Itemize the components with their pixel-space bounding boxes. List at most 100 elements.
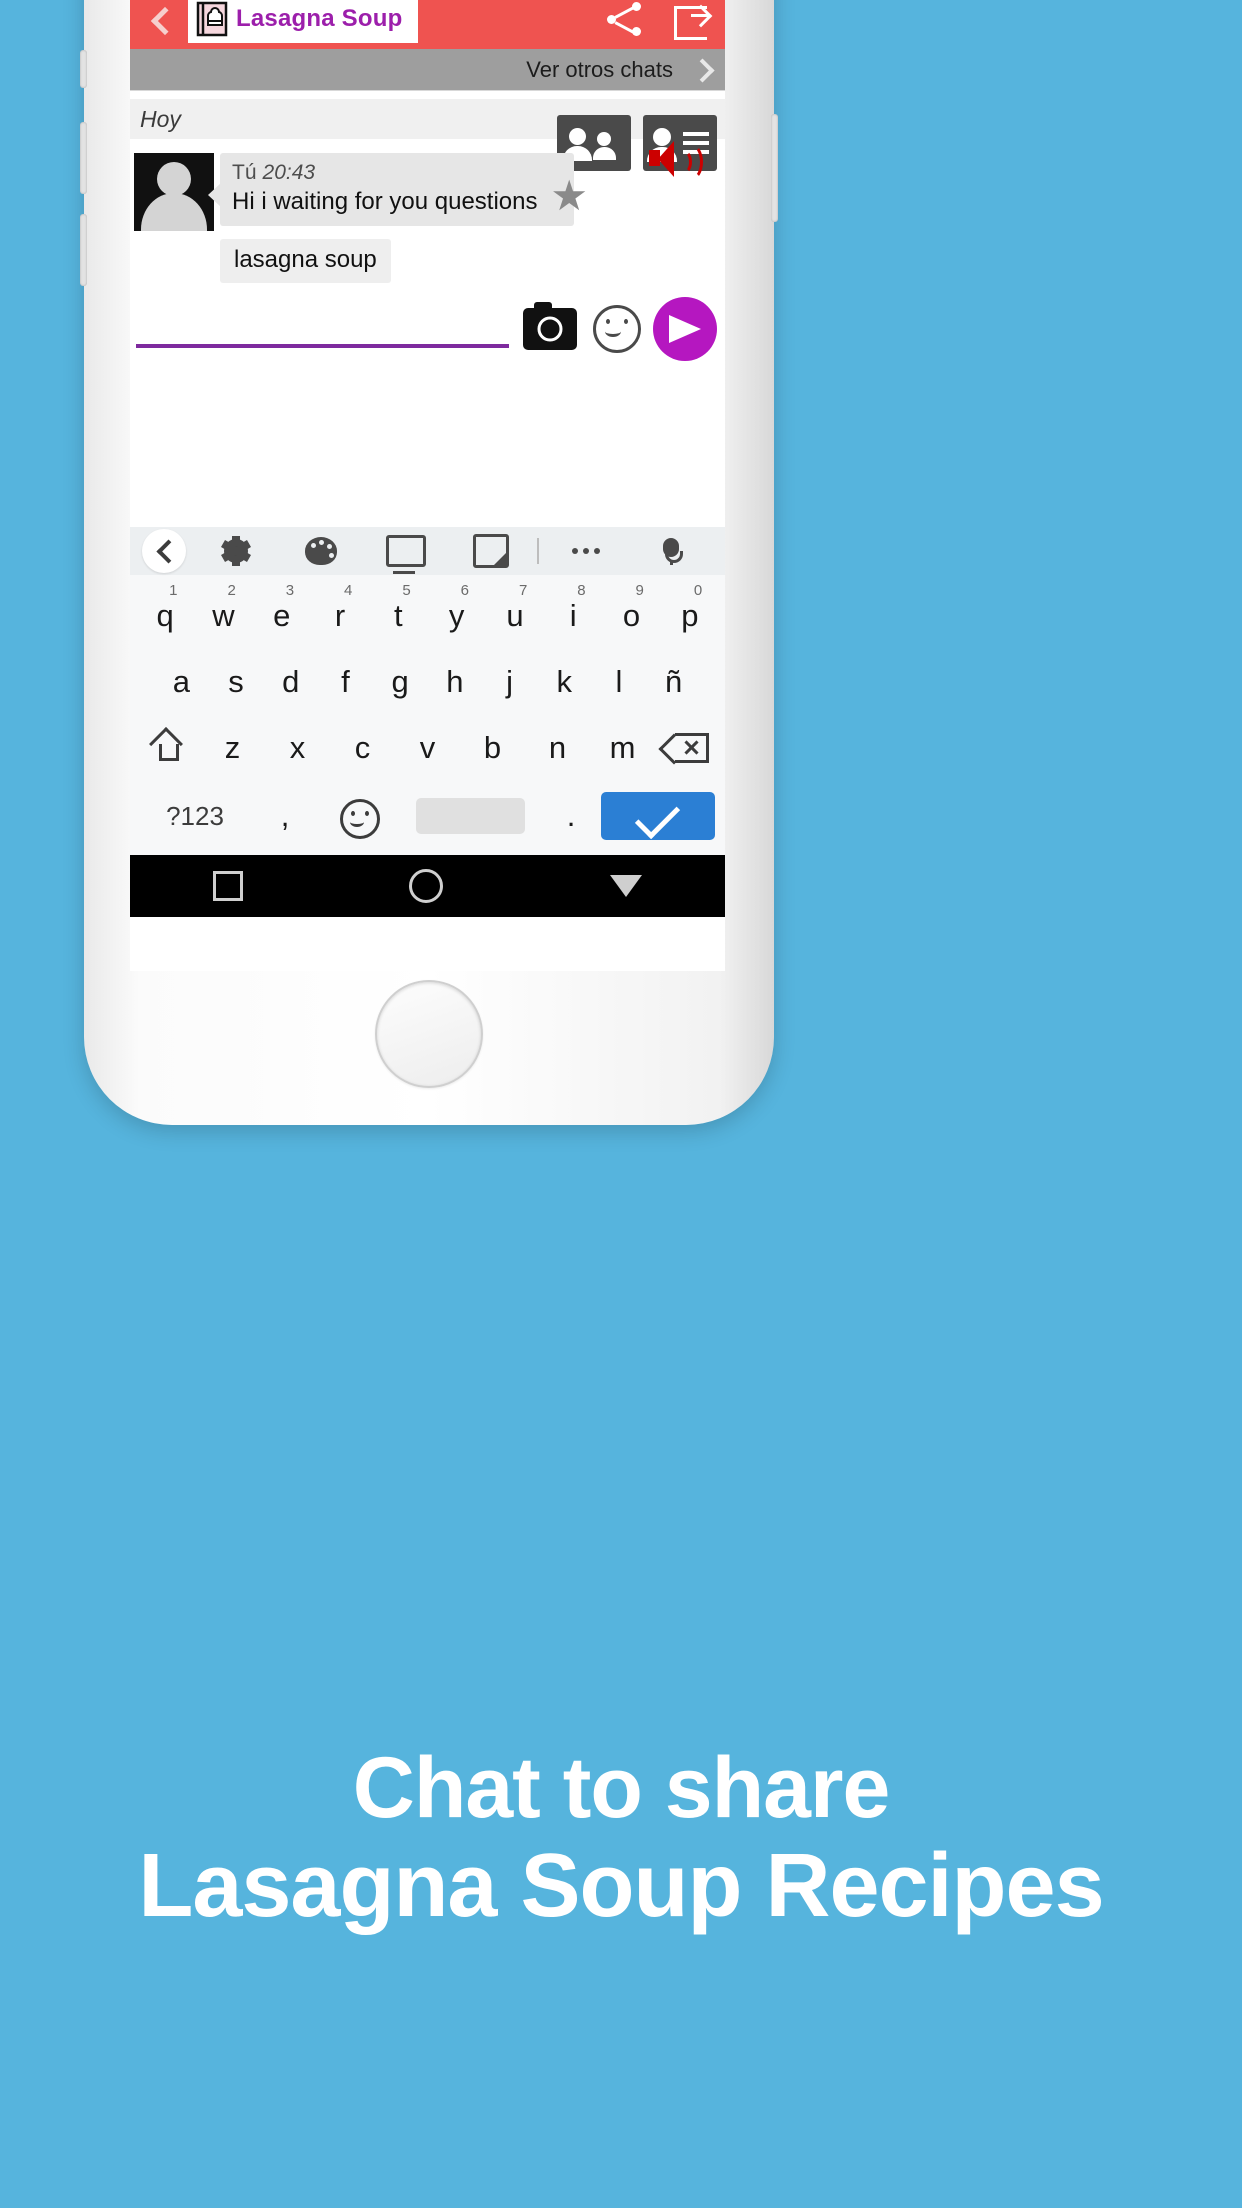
comma-key[interactable]: , <box>250 785 320 847</box>
backspace-icon <box>658 733 709 765</box>
key-t[interactable]: t5 <box>369 582 427 647</box>
key-j[interactable]: j <box>482 651 537 713</box>
key-number-hint: 4 <box>344 582 353 599</box>
key-w[interactable]: w2 <box>194 583 252 647</box>
enter-key[interactable] <box>601 792 715 840</box>
message-meta: Tú 20:43 <box>232 161 562 185</box>
message-time: 20:43 <box>262 161 316 184</box>
message-input[interactable] <box>136 310 509 348</box>
keyboard-row-4: ?123 , . <box>130 779 725 855</box>
check-icon <box>634 793 681 840</box>
key-number-hint: 1 <box>169 582 178 599</box>
symbols-key[interactable]: ?123 <box>140 785 250 847</box>
chef-hat-book-icon <box>196 1 230 37</box>
key-number-hint: 5 <box>402 582 411 599</box>
triangle-back-icon[interactable] <box>609 875 642 897</box>
period-key[interactable]: . <box>541 785 601 847</box>
key-r[interactable]: r4 <box>311 582 369 647</box>
phone-mockup: Lasagna Soup Ver otros chats Hoy Tú 20:4… <box>80 0 778 1125</box>
key-h[interactable]: h <box>428 651 483 713</box>
key-d[interactable]: d <box>263 651 318 713</box>
keyboard-row-2: asdfghjklñ <box>130 647 725 713</box>
palette-icon[interactable] <box>279 537 364 565</box>
key-i[interactable]: i8 <box>544 583 602 647</box>
key-b[interactable]: b <box>460 717 525 779</box>
app-title-chip: Lasagna Soup <box>188 0 419 43</box>
composer-row <box>130 283 725 361</box>
space-key[interactable] <box>416 798 525 834</box>
avatar <box>134 153 214 231</box>
key-number-hint: 7 <box>518 582 528 599</box>
key-number-hint: 6 <box>460 582 469 599</box>
android-navbar <box>130 855 725 917</box>
resize-icon[interactable] <box>448 534 533 568</box>
message-text: Hi i waiting for you questions <box>232 188 538 215</box>
chevron-right-icon <box>689 57 715 83</box>
key-v[interactable]: v <box>395 717 460 779</box>
keyboard-toolbar <box>130 527 725 575</box>
key-o[interactable]: o9 <box>602 582 660 647</box>
square-icon[interactable] <box>213 871 244 901</box>
shift-icon <box>152 731 186 765</box>
volume-down-button[interactable] <box>80 214 87 286</box>
keyboard-back-button[interactable] <box>142 529 186 573</box>
key-g[interactable]: g <box>373 651 428 713</box>
phone-screen: Lasagna Soup Ver otros chats Hoy Tú 20:4… <box>130 0 725 971</box>
key-p[interactable]: p0 <box>661 582 719 647</box>
camera-icon[interactable] <box>523 302 577 350</box>
home-button[interactable] <box>375 980 483 1088</box>
key-number-hint: 0 <box>693 582 703 599</box>
send-plane-icon[interactable] <box>653 297 717 361</box>
key-a[interactable]: a <box>154 651 209 713</box>
caption-line-2: Lasagna Soup Recipes <box>138 1836 1104 1937</box>
volume-speaker-icon[interactable] <box>649 139 703 180</box>
back-chevron-icon[interactable] <box>144 5 174 35</box>
page-title: Lasagna Soup <box>236 5 403 32</box>
key-ñ[interactable]: ñ <box>646 651 701 713</box>
key-c[interactable]: c <box>330 717 395 779</box>
share-icon[interactable] <box>605 0 645 40</box>
key-y[interactable]: y6 <box>428 582 486 647</box>
key-q[interactable]: q1 <box>136 582 194 647</box>
message-row: Tú 20:43 Hi i waiting for you questions ★ <box>130 139 725 231</box>
message-bubble[interactable]: Tú 20:43 Hi i waiting for you questions ★ <box>220 153 588 226</box>
key-number-hint: 9 <box>635 582 644 599</box>
keyboard-icon[interactable] <box>364 535 449 574</box>
export-icon[interactable] <box>671 0 713 40</box>
silent-switch[interactable] <box>80 50 87 88</box>
promo-caption: Chat to share Lasagna Soup Recipes <box>0 1740 1242 1937</box>
view-other-chats-label: Ver otros chats <box>526 56 673 82</box>
key-x[interactable]: x <box>265 717 330 779</box>
favorite-star-icon[interactable]: ★ <box>550 175 588 217</box>
circle-icon[interactable] <box>409 869 444 903</box>
key-e[interactable]: e3 <box>253 582 311 647</box>
more-dots-icon[interactable] <box>543 548 628 554</box>
smiley-icon[interactable] <box>593 305 641 353</box>
emoji-key[interactable] <box>320 785 400 847</box>
key-l[interactable]: l <box>592 651 647 713</box>
key-z[interactable]: z <box>200 717 265 779</box>
smiley-icon <box>340 799 380 839</box>
key-number-hint: 3 <box>285 582 295 599</box>
backspace-key[interactable] <box>655 717 717 779</box>
microphone-icon[interactable] <box>628 538 713 565</box>
volume-up-button[interactable] <box>80 122 87 194</box>
key-k[interactable]: k <box>537 651 592 713</box>
app-header: Lasagna Soup <box>130 0 725 49</box>
on-screen-keyboard: q1w2e3r4t5y6u7i8o9p0 asdfghjklñ zxcvbnm … <box>130 527 725 855</box>
chat-body: Hoy Tú 20:43 Hi i waiting for you questi… <box>130 99 725 527</box>
keyboard-row-3: zxcvbnm <box>130 713 725 779</box>
day-label: Hoy <box>140 105 181 132</box>
day-divider: Hoy <box>130 99 725 139</box>
key-u[interactable]: u7 <box>486 582 544 647</box>
power-button[interactable] <box>771 114 778 222</box>
key-m[interactable]: m <box>590 717 655 779</box>
view-other-chats-bar[interactable]: Ver otros chats <box>130 49 725 91</box>
message-bubble-secondary[interactable]: lasagna soup <box>220 239 391 283</box>
key-n[interactable]: n <box>525 717 590 779</box>
message-sender: Tú <box>232 161 257 184</box>
gear-icon[interactable] <box>194 536 279 566</box>
key-f[interactable]: f <box>318 651 373 713</box>
key-s[interactable]: s <box>209 651 264 713</box>
shift-key[interactable] <box>138 717 200 779</box>
